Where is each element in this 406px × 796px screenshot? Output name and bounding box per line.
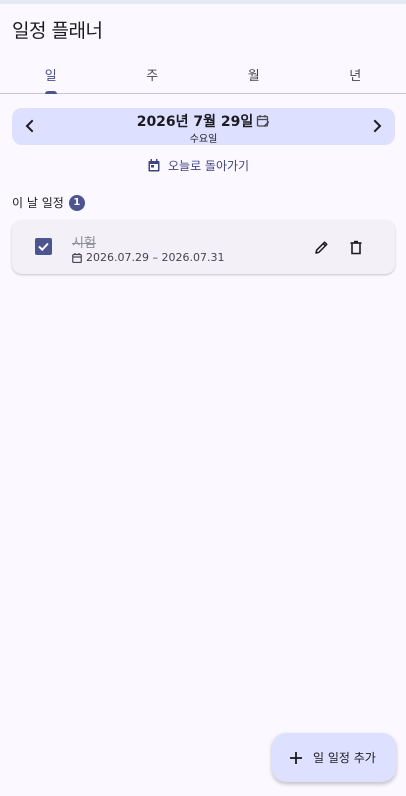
event-title: 시험: [72, 236, 96, 251]
event-count-badge: 1: [68, 194, 85, 211]
view-tabs: 일 주 월 년: [0, 52, 406, 94]
calendar-edit-icon: [257, 115, 270, 128]
event-complete-checkbox[interactable]: [35, 238, 52, 255]
tab-day-label: 일: [44, 69, 57, 84]
date-navigator: 2026년 7월 29일 수요일: [12, 108, 395, 145]
selected-date-text: 2026년 7월 29일: [136, 114, 254, 130]
event-date-range: 2026.07.29 – 2026.07.31: [72, 251, 224, 264]
edit-event-button[interactable]: [309, 235, 333, 259]
selected-date[interactable]: 2026년 7월 29일: [12, 111, 395, 131]
add-day-event-button[interactable]: 일 일정 추가: [272, 733, 396, 782]
day-events-title: 이 날 일정: [12, 196, 64, 210]
tab-month[interactable]: 월: [203, 52, 305, 93]
app-title: 일정 플래너: [12, 20, 103, 42]
plus-icon: [290, 751, 302, 764]
tab-week-label: 주: [146, 69, 159, 84]
delete-event-button[interactable]: [344, 235, 368, 259]
tab-year[interactable]: 년: [305, 52, 406, 93]
next-day-button[interactable]: [365, 114, 389, 138]
tab-day[interactable]: 일: [0, 52, 102, 94]
tab-year-label: 년: [349, 69, 362, 84]
event-card[interactable]: 시험 2026.07.29 – 2026.07.31: [12, 220, 395, 274]
tab-month-label: 월: [247, 69, 260, 84]
go-to-today-button[interactable]: 오늘로 돌아가기: [148, 155, 249, 175]
add-day-event-label: 일 일정 추가: [313, 751, 376, 765]
tab-week[interactable]: 주: [102, 52, 204, 93]
tab-indicator: [44, 91, 57, 94]
day-events-header: 이 날 일정 1: [12, 194, 85, 211]
app-bar: 일정 플래너: [0, 4, 406, 52]
pencil-icon: [314, 240, 328, 254]
calendar-today-icon: [148, 158, 160, 171]
chevron-right-icon: [373, 119, 382, 133]
selected-weekday: 수요일: [189, 134, 218, 145]
event-date-range-text: 2026.07.29 – 2026.07.31: [86, 251, 225, 264]
check-icon: [38, 242, 49, 252]
calendar-icon: [72, 252, 82, 263]
go-to-today-label: 오늘로 돌아가기: [168, 158, 250, 173]
trash-icon: [350, 240, 362, 254]
